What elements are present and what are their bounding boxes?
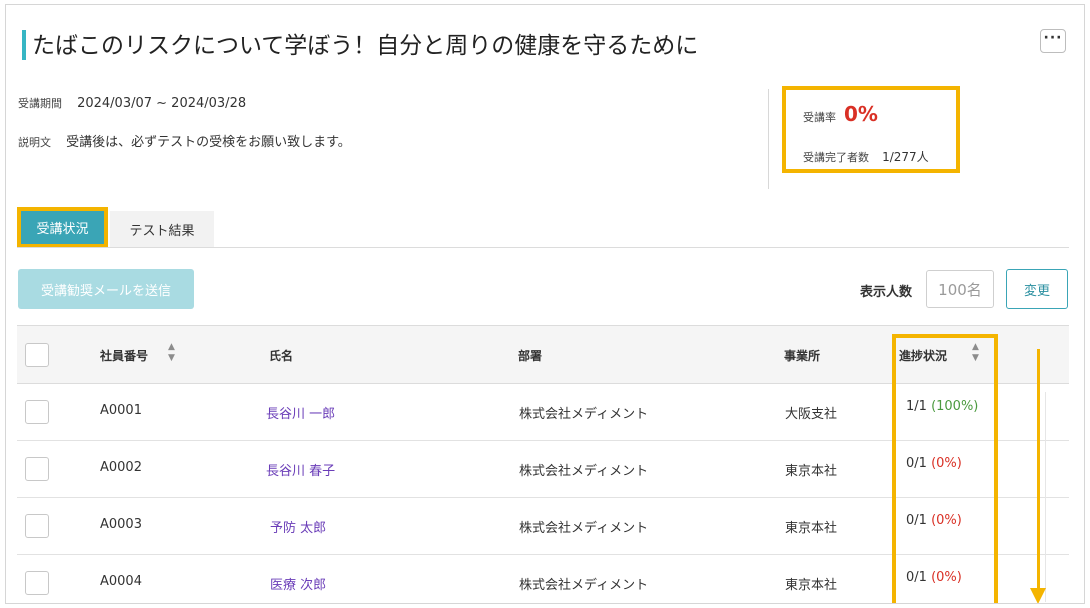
description-value: 受講後は、必ずテストの受検をお願い致します。 [66, 135, 351, 150]
description-row: 説明文 受講後は、必ずテストの受検をお願い致します。 [18, 131, 351, 150]
employee-name-link[interactable]: 長谷川 春子 [266, 460, 335, 479]
employee-id-cell: A0001 [100, 403, 142, 418]
employee-name-link[interactable]: 長谷川 一郎 [266, 403, 335, 422]
completion-rate-label: 受講率 [803, 111, 836, 124]
employee-name-link[interactable]: 医療 次郎 [270, 574, 326, 593]
office-cell: 東京本社 [785, 464, 838, 479]
completed-count-row: 受講完了者数 1/277人 [803, 146, 929, 165]
stats-highlight-box: 受講率 0% 受講完了者数 1/277人 [782, 86, 960, 173]
page-title: たばこのリスクについて学ぼう！自分と周りの健康を守るために [32, 33, 699, 59]
row-checkbox[interactable] [25, 514, 49, 538]
stats-divider [768, 89, 769, 189]
office-cell: 大阪支社 [785, 407, 838, 422]
header-department: 部署 [518, 349, 543, 363]
description-label: 説明文 [18, 136, 51, 149]
employee-id-cell: A0004 [100, 574, 142, 589]
tabs-divider [17, 247, 1069, 248]
header-employee-id[interactable]: 社員番号 [100, 347, 148, 364]
department-cell: 株式会社メディメント [519, 464, 649, 479]
employee-id-cell: A0003 [100, 517, 142, 532]
change-button[interactable]: 変更 [1006, 269, 1068, 309]
display-count-label: 表示人数 [860, 285, 913, 300]
employee-name-link[interactable]: 予防 太郎 [270, 517, 326, 536]
completed-count-label: 受講完了者数 [803, 151, 869, 164]
completion-rate-row: 受講率 0% [803, 102, 878, 126]
completed-count-value: 1/277人 [882, 150, 929, 164]
display-count-input[interactable]: 100名 [926, 270, 994, 308]
department-cell: 株式会社メディメント [519, 521, 649, 536]
header-office: 事業所 [784, 349, 821, 363]
arrow-down-icon [1037, 349, 1040, 589]
tab-attendance-status[interactable]: 受講状況 [21, 211, 104, 244]
header-name: 氏名 [269, 349, 294, 363]
office-cell: 東京本社 [785, 578, 838, 593]
office-cell: 東京本社 [785, 521, 838, 536]
period-row: 受講期間 2024/03/07 ~ 2024/03/28 [18, 92, 246, 111]
row-checkbox[interactable] [25, 400, 49, 424]
course-detail-panel: たばこのリスクについて学ぼう！自分と周りの健康を守るために ··· 受講期間 2… [5, 4, 1085, 604]
period-label: 受講期間 [18, 97, 62, 110]
completion-rate-value: 0% [844, 102, 878, 126]
tab-test-results[interactable]: テスト結果 [110, 211, 214, 247]
title-accent-bar [22, 30, 26, 60]
more-dots-icon: ··· [1043, 30, 1063, 46]
arrow-head-icon [1030, 588, 1046, 603]
send-reminder-mail-button[interactable]: 受講勧奨メールを送信 [18, 269, 194, 309]
select-all-checkbox[interactable] [25, 343, 49, 367]
sort-updown-icon[interactable]: ▲ ▼ [168, 342, 175, 364]
employee-id-cell: A0002 [100, 460, 142, 475]
department-cell: 株式会社メディメント [519, 407, 649, 422]
more-options-button[interactable]: ··· [1040, 29, 1066, 53]
department-cell: 株式会社メディメント [519, 578, 649, 593]
row-checkbox[interactable] [25, 457, 49, 481]
row-checkbox[interactable] [25, 571, 49, 595]
period-value: 2024/03/07 ~ 2024/03/28 [77, 96, 247, 111]
progress-column-highlight [892, 334, 998, 603]
table-scrollbar[interactable] [1045, 392, 1046, 602]
